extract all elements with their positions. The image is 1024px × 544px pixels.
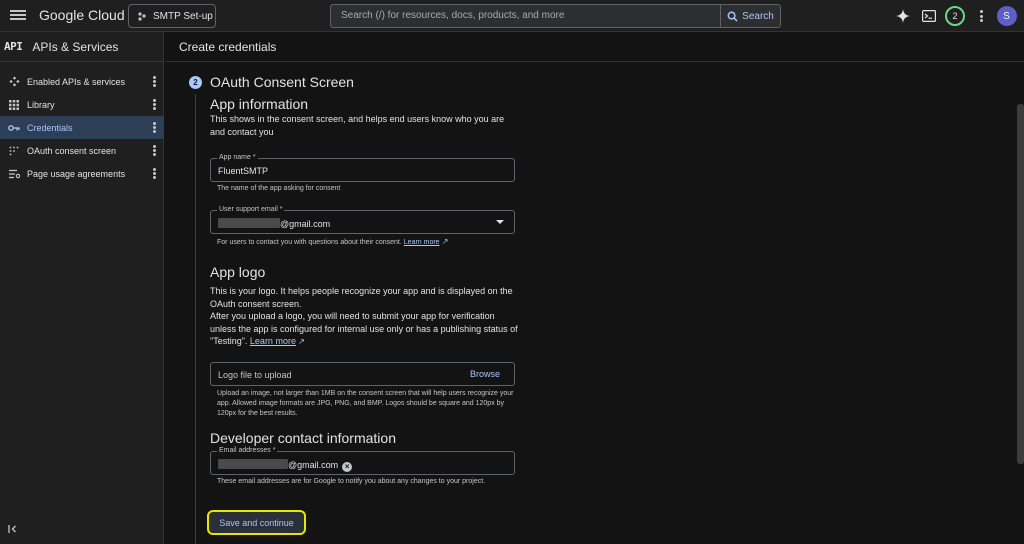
page-title: Create credentials: [179, 40, 277, 54]
app-logo-heading: App logo: [210, 264, 266, 280]
settings-list-icon: [8, 168, 20, 180]
sidebar: API APIs & Services Enabled APIs & servi…: [0, 32, 164, 544]
app-name-input[interactable]: FluentSMTP: [218, 166, 268, 176]
api-logo-icon: API: [4, 40, 23, 53]
notification-count: 2: [945, 6, 965, 26]
browse-button[interactable]: Browse: [470, 369, 500, 379]
app-info-heading: App information: [210, 96, 309, 112]
support-email-label: User support email *: [217, 206, 285, 213]
support-email-help: For users to contact you with questions …: [217, 237, 517, 248]
cloud-shell-icon[interactable]: [916, 6, 942, 26]
sidebar-item-label: Enabled APIs & services: [27, 76, 126, 87]
more-vert-icon[interactable]: [153, 145, 156, 156]
more-vert-icon[interactable]: [153, 99, 156, 110]
gemini-sparkle-icon[interactable]: [890, 6, 916, 26]
sidebar-item-credentials[interactable]: Credentials: [0, 116, 164, 139]
search-icon: [727, 11, 738, 22]
sidebar-nav: Enabled APIs & services Library Credenti…: [0, 70, 164, 185]
logo-upload-placeholder: Logo file to upload: [218, 370, 292, 380]
search-button[interactable]: Search: [720, 5, 780, 27]
dots-grid-icon: [8, 145, 20, 157]
sidebar-item-label: Credentials: [27, 122, 73, 133]
sidebar-item-label: Library: [27, 99, 55, 110]
developer-contact-heading: Developer contact information: [210, 430, 396, 446]
logo-upload-help: Upload an image, not larger than 1MB on …: [217, 390, 514, 417]
notifications-badge[interactable]: 2: [942, 6, 968, 26]
app-logo-para2: After you upload a logo, you will need t…: [210, 310, 520, 349]
logo-upload-field[interactable]: Logo file to upload Browse: [210, 362, 515, 386]
app-name-label: App name *: [217, 154, 258, 161]
search-input[interactable]: Search (/) for resources, docs, products…: [341, 5, 564, 27]
support-email-select[interactable]: User support email * @gmail.com: [210, 206, 515, 234]
developer-email-domain: @gmail.com: [288, 460, 339, 470]
sidebar-item-page-usage[interactable]: Page usage agreements: [0, 162, 164, 185]
menu-icon[interactable]: [10, 8, 26, 24]
avatar-letter: S: [996, 6, 1017, 26]
key-icon: [8, 122, 20, 134]
redacted-text: [218, 459, 288, 469]
step-connector-line: [195, 94, 196, 544]
diamond-icon: [8, 76, 20, 88]
redacted-text: [218, 218, 280, 228]
support-email-help-text: For users to contact you with questions …: [217, 239, 402, 246]
grid-icon: [8, 99, 20, 111]
learn-more-link[interactable]: Learn more: [250, 336, 296, 346]
developer-email-label: Email addresses *: [217, 447, 278, 454]
sidebar-item-label: OAuth consent screen: [27, 145, 117, 156]
more-vert-icon[interactable]: [153, 76, 156, 87]
learn-more-link[interactable]: Learn more: [404, 239, 440, 246]
more-vert-icon[interactable]: [153, 122, 156, 133]
step-title: OAuth Consent Screen: [210, 74, 354, 90]
google-cloud-logo[interactable]: Google Cloud: [39, 7, 125, 23]
search-button-label: Search: [742, 10, 774, 22]
search-bar[interactable]: Search (/) for resources, docs, products…: [330, 4, 781, 28]
remove-chip-icon[interactable]: ×: [342, 461, 353, 472]
sidebar-title: APIs & Services: [32, 39, 119, 54]
project-picker-button[interactable]: SMTP Set-up: [128, 4, 216, 28]
project-icon: [138, 12, 146, 21]
top-bar: Google Cloud SMTP Set-up Search (/) for …: [0, 0, 1024, 32]
page-header: Create credentials: [165, 32, 1024, 62]
collapse-sidebar-icon[interactable]: [8, 525, 17, 536]
support-email-domain: @gmail.com: [280, 219, 331, 229]
developer-email-field[interactable]: Email addresses * @gmail.com ×: [210, 447, 515, 475]
external-link-icon: ↗: [295, 337, 305, 346]
app-logo-para1: This is your logo. It helps people recog…: [210, 286, 513, 309]
chevron-down-icon[interactable]: [496, 220, 504, 224]
sidebar-item-enabled-apis[interactable]: Enabled APIs & services: [0, 70, 164, 93]
external-link-icon: ↗: [439, 237, 449, 246]
app-name-field[interactable]: App name * FluentSMTP: [210, 154, 515, 182]
project-label: SMTP Set-up: [153, 10, 213, 22]
brand-cloud: Cloud: [88, 7, 125, 23]
more-vert-icon[interactable]: [153, 168, 156, 179]
step-number-badge: 2: [189, 76, 202, 89]
app-name-help: The name of the app asking for consent: [217, 185, 341, 192]
account-avatar[interactable]: S: [994, 6, 1024, 26]
top-actions: 2 S: [890, 6, 1024, 26]
support-email-value: @gmail.com: [218, 218, 330, 229]
sidebar-item-oauth-consent[interactable]: OAuth consent screen: [0, 139, 164, 162]
sidebar-item-label: Page usage agreements: [27, 168, 126, 179]
save-and-continue-button[interactable]: Save and continue: [207, 510, 306, 535]
sidebar-item-library[interactable]: Library: [0, 93, 164, 116]
scrollbar[interactable]: [1017, 104, 1024, 464]
developer-email-chip: @gmail.com ×: [218, 459, 353, 472]
more-vert-icon[interactable]: [968, 6, 994, 26]
developer-email-help: These email addresses are for Google to …: [217, 478, 486, 485]
sidebar-header: API APIs & Services: [0, 32, 164, 62]
app-info-description: This shows in the consent screen, and he…: [210, 114, 505, 137]
brand-google: Google: [39, 7, 85, 23]
